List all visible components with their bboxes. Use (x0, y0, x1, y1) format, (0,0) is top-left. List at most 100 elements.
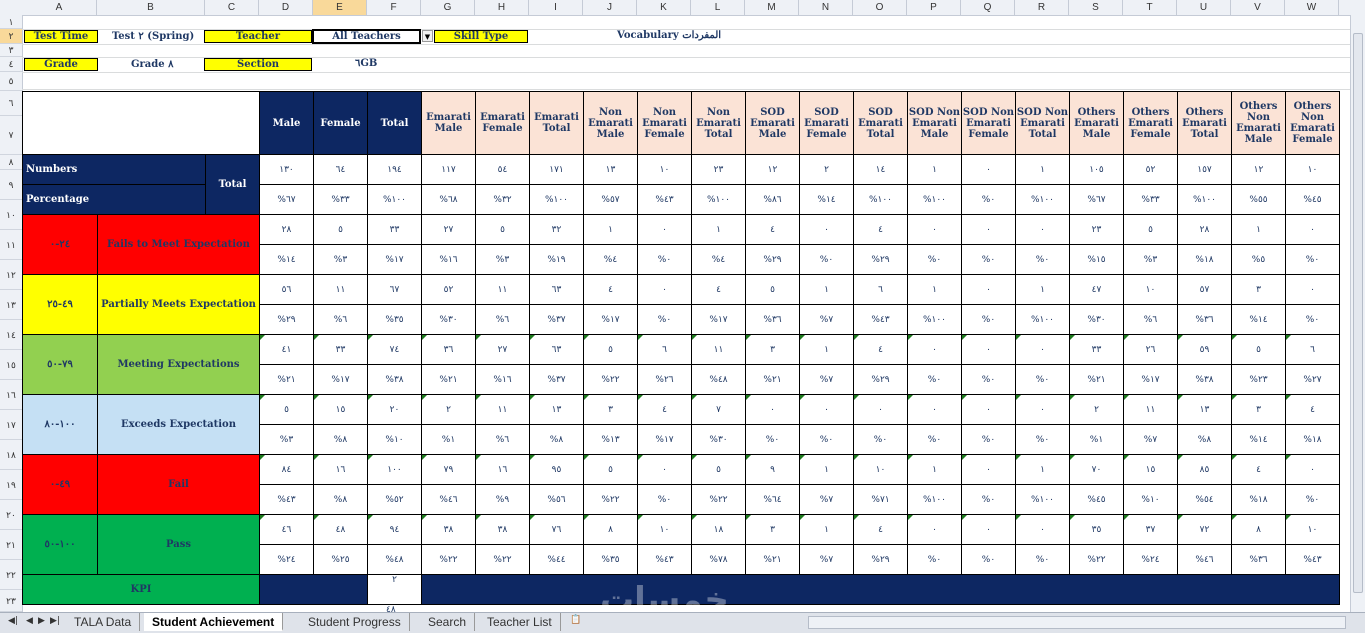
column-header-d[interactable]: D (259, 0, 313, 15)
band-count-cell[interactable]: ٢٦ (1123, 334, 1178, 365)
band-percent-cell[interactable]: %٣٦ (1177, 304, 1232, 335)
teacher-dropdown[interactable]: All Teachers (312, 29, 421, 44)
band-count-cell[interactable]: ١٠ (853, 454, 908, 485)
band-count-cell[interactable]: ٦٣ (529, 334, 584, 365)
numbers-cell[interactable]: ١٠٥ (1069, 154, 1124, 185)
band-percent-cell[interactable]: %٠ (637, 244, 692, 275)
band-count-cell[interactable]: ٠ (1285, 274, 1340, 305)
band-percent-cell[interactable]: %٤٤ (529, 544, 584, 575)
row-header-18[interactable]: ١٨ (0, 440, 22, 470)
band-count-cell[interactable]: ٢ (421, 394, 476, 425)
band-count-cell[interactable]: ٣ (1231, 394, 1286, 425)
band-percent-cell[interactable]: %٠ (1015, 544, 1070, 575)
band-percent-cell[interactable]: %٢٢ (475, 544, 530, 575)
band-count-cell[interactable]: ١٥ (313, 394, 368, 425)
band-count-cell[interactable]: ٥٧ (1177, 274, 1232, 305)
band-percent-cell[interactable]: %١٤ (1231, 424, 1286, 455)
column-header-f[interactable]: F (367, 0, 421, 15)
numbers-cell[interactable]: ١٠ (637, 154, 692, 185)
numbers-cell[interactable]: ١٩٤ (367, 154, 422, 185)
numbers-cell[interactable]: ١٢ (1231, 154, 1286, 185)
band-count-cell[interactable]: ٨ (583, 514, 638, 545)
band-count-cell[interactable]: ٥ (313, 214, 368, 245)
band-count-cell[interactable]: ٠ (1015, 394, 1070, 425)
band-percent-cell[interactable]: %٧٨ (691, 544, 746, 575)
last-sheet-icon[interactable]: ▶| (50, 616, 60, 626)
column-header-n[interactable]: N (799, 0, 853, 15)
row-header-14[interactable]: ١٤ (0, 320, 22, 350)
band-count-cell[interactable]: ٢ (1069, 394, 1124, 425)
band-count-cell[interactable]: ٢٨ (259, 214, 314, 245)
band-percent-cell[interactable]: %٠ (961, 244, 1016, 275)
band-percent-cell[interactable]: %٢٩ (853, 544, 908, 575)
band-count-cell[interactable]: ١٠٠ (367, 454, 422, 485)
band-count-cell[interactable]: ٦٣ (529, 274, 584, 305)
percentage-cell[interactable]: %١٠٠ (907, 184, 962, 215)
band-percent-cell[interactable]: %١٠٠ (1015, 484, 1070, 515)
column-header-r[interactable]: R (1015, 0, 1069, 15)
numbers-cell[interactable]: ٥٢ (1123, 154, 1178, 185)
kpi-value[interactable]: ٢ (367, 574, 422, 605)
row-header-13[interactable]: ١٣ (0, 290, 22, 320)
percentage-cell[interactable]: %٤٣ (637, 184, 692, 215)
band-percent-cell[interactable]: %٠ (1015, 244, 1070, 275)
band-count-cell[interactable]: ١٨ (691, 514, 746, 545)
band-percent-cell[interactable]: %٤٨ (367, 544, 422, 575)
test-time-value[interactable]: Test ٢ (Spring) (112, 31, 194, 42)
column-header-s[interactable]: S (1069, 0, 1123, 15)
band-percent-cell[interactable]: %٢٣ (1231, 364, 1286, 395)
band-percent-cell[interactable]: %٨ (1177, 424, 1232, 455)
horizontal-scrollbar[interactable] (808, 616, 1346, 629)
band-percent-cell[interactable]: %٢١ (1069, 364, 1124, 395)
band-count-cell[interactable]: ٥٦ (259, 274, 314, 305)
band-percent-cell[interactable]: %٣٧ (529, 364, 584, 395)
band-count-cell[interactable]: ٣ (1231, 274, 1286, 305)
vertical-scrollbar[interactable] (1350, 15, 1365, 612)
band-count-cell[interactable]: ٥ (583, 334, 638, 365)
band-count-cell[interactable]: ٤ (745, 214, 800, 245)
row-header-8[interactable]: ٨ (0, 155, 22, 170)
column-header-e[interactable]: E (313, 0, 367, 15)
band-percent-cell[interactable]: %٦ (475, 304, 530, 335)
band-count-cell[interactable]: ١٠ (1285, 514, 1340, 545)
band-percent-cell[interactable]: %٦ (1123, 304, 1178, 335)
band-count-cell[interactable]: ٤ (637, 394, 692, 425)
band-count-cell[interactable]: ٨٥ (1177, 454, 1232, 485)
band-count-cell[interactable]: ١٠ (1123, 274, 1178, 305)
percentage-cell[interactable]: %٥٧ (583, 184, 638, 215)
numbers-cell[interactable]: ٢ (799, 154, 854, 185)
band-percent-cell[interactable]: %٠ (745, 424, 800, 455)
row-header-6[interactable]: ٦ (0, 91, 22, 116)
numbers-cell[interactable]: ٥٤ (475, 154, 530, 185)
column-header-m[interactable]: M (745, 0, 799, 15)
band-count-cell[interactable]: ٥ (1123, 214, 1178, 245)
band-count-cell[interactable]: ٤ (691, 274, 746, 305)
row-header-7[interactable]: ٧ (0, 116, 22, 155)
band-count-cell[interactable]: ٤ (1285, 394, 1340, 425)
band-count-cell[interactable]: ٦٧ (367, 274, 422, 305)
band-percent-cell[interactable]: %١٨ (1231, 484, 1286, 515)
row-header-12[interactable]: ١٢ (0, 260, 22, 290)
band-count-cell[interactable]: ٠ (961, 394, 1016, 425)
band-count-cell[interactable]: ٧٦ (529, 514, 584, 545)
column-header-l[interactable]: L (691, 0, 745, 15)
band-count-cell[interactable]: ١٠ (637, 514, 692, 545)
percentage-cell[interactable]: %٦٧ (259, 184, 314, 215)
percentage-cell[interactable]: %٦٨ (421, 184, 476, 215)
percentage-cell[interactable]: %١٠٠ (367, 184, 422, 215)
band-count-cell[interactable]: ٣٧ (1123, 514, 1178, 545)
percentage-cell[interactable]: %٣٣ (1123, 184, 1178, 215)
column-header-q[interactable]: Q (961, 0, 1015, 15)
band-count-cell[interactable]: ٠ (637, 214, 692, 245)
band-percent-cell[interactable]: %٧ (799, 304, 854, 335)
band-count-cell[interactable]: ٠ (1015, 214, 1070, 245)
band-count-cell[interactable]: ١ (907, 274, 962, 305)
band-count-cell[interactable]: ١٥ (1123, 454, 1178, 485)
numbers-cell[interactable]: ١٥٧ (1177, 154, 1232, 185)
band-count-cell[interactable]: ٤ (853, 514, 908, 545)
band-percent-cell[interactable]: %٠ (961, 484, 1016, 515)
band-percent-cell[interactable]: %١٧ (367, 244, 422, 275)
band-percent-cell[interactable]: %١٠٠ (907, 484, 962, 515)
band-count-cell[interactable]: ٣٢ (529, 214, 584, 245)
band-count-cell[interactable]: ٥ (745, 274, 800, 305)
